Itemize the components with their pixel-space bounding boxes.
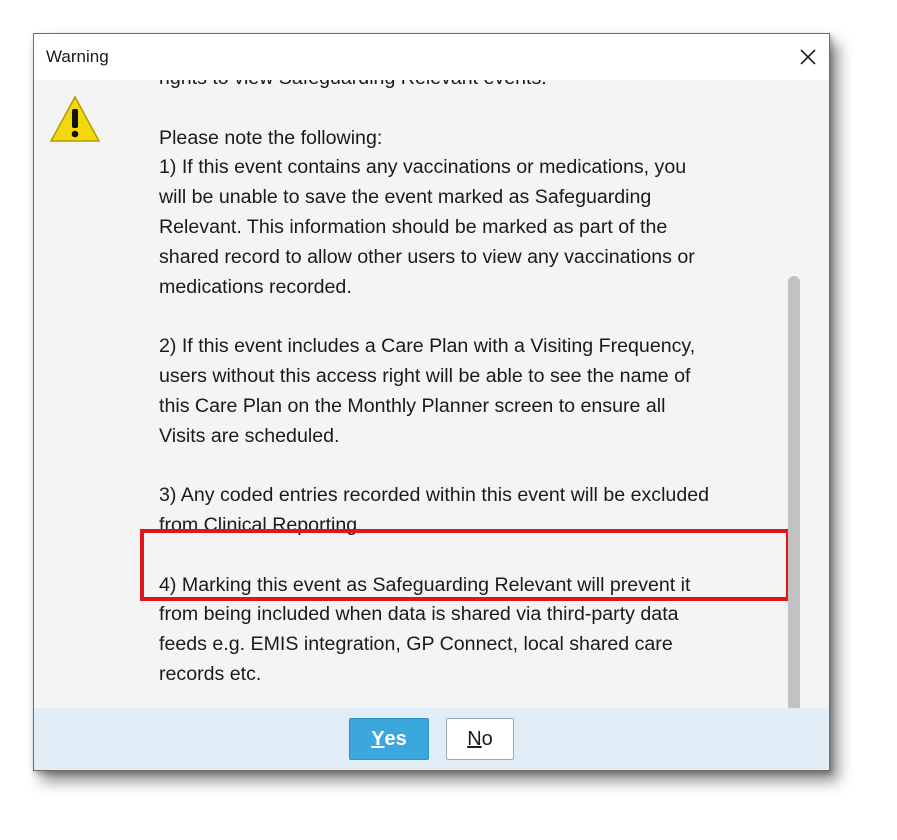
p4-line: feeds e.g. EMIS integration, GP Connect,… [159,633,673,656]
p2-line: Visits are scheduled. [159,424,340,447]
paragraph-intro: Please note the following: 1) If this ev… [159,124,789,303]
p1-line: Relevant. This information should be mar… [159,215,668,238]
warning-triangle-icon [49,95,101,142]
p1-line: shared record to allow other users to vi… [159,245,695,268]
message-text: rights to view Safeguarding Relevant eve… [159,80,789,708]
dialog-title: Warning [46,47,109,66]
message-area: rights to view Safeguarding Relevant eve… [34,80,829,708]
p4-line: from being included when data is shared … [159,603,679,626]
intro-text: Please note the following: [159,126,383,149]
p1-line: 1) If this event contains any vaccinatio… [159,156,687,179]
vertical-scrollbar[interactable] [788,88,800,708]
scrollbar-thumb[interactable] [788,276,800,708]
warning-dialog: Warning rights to view Safeguarding Rele… [33,33,830,771]
no-label-rest: o [481,727,493,750]
p2-line: users without this access right will be … [159,364,691,387]
close-button[interactable] [793,42,823,72]
p1-line: medications recorded. [159,275,352,298]
paragraph-4: 4) Marking this event as Safeguarding Re… [159,571,789,690]
p2-line: this Care Plan on the Monthly Planner sc… [159,394,666,417]
no-accelerator: N [467,727,482,750]
yes-label-rest: es [384,727,407,750]
p3-line: 3) Any coded entries recorded within thi… [159,484,710,507]
button-bar: Yes No [34,708,829,770]
p1-line: will be unable to save the event marked … [159,186,652,209]
yes-button[interactable]: Yes [349,718,429,760]
no-button[interactable]: No [446,718,514,760]
p2-line: 2) If this event includes a Care Plan wi… [159,335,696,358]
yes-accelerator: Y [371,727,385,750]
p3-line: from Clinical Reporting. [159,513,363,536]
p4-line: records etc. [159,662,262,685]
paragraph-2: 2) If this event includes a Care Plan wi… [159,332,789,451]
cut-off-line: rights to view Safeguarding Relevant eve… [159,80,789,94]
p4-line: 4) Marking this event as Safeguarding Re… [159,573,691,596]
paragraph-3: 3) Any coded entries recorded within thi… [159,481,789,541]
close-icon [800,49,816,65]
title-bar: Warning [34,34,829,80]
